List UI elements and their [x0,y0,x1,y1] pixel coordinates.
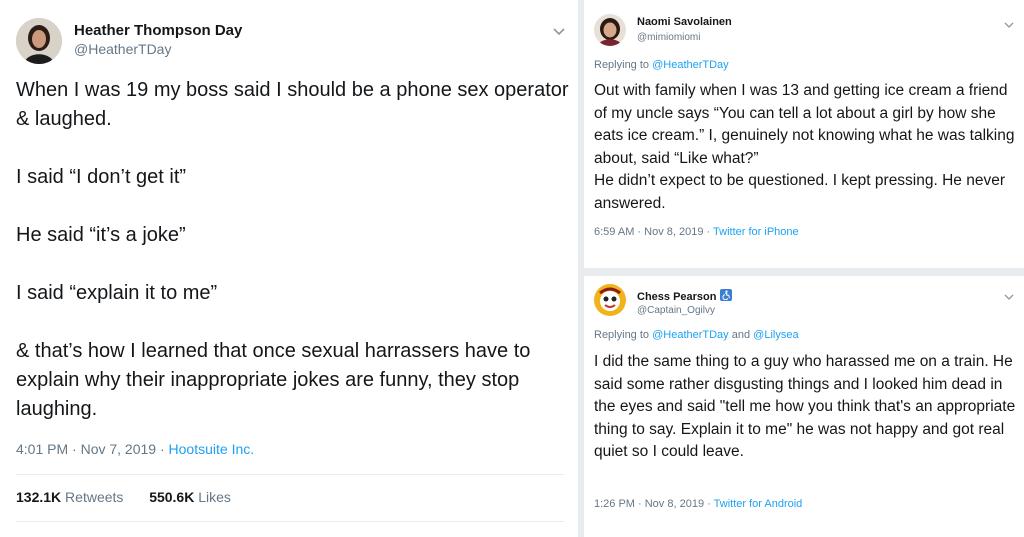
display-name[interactable]: Chess Pearson [637,289,733,303]
display-name-text: Chess Pearson [637,291,717,303]
chevron-down-icon[interactable] [1004,16,1014,34]
engagement-stats: 132.1K Retweets 550.6K Likes [16,489,231,505]
user-handle[interactable]: @Captain_Ogilvy [637,305,715,316]
replying-to: Replying to @HeatherTDay [594,59,729,71]
mention-link[interactable]: @HeatherTDay [652,329,729,341]
timestamp-text[interactable]: 4:01 PM · Nov 7, 2019 · [16,441,169,457]
tweet-text: Out with family when I was 13 and gettin… [594,80,1022,216]
tweet-main: Heather Thompson Day @HeatherTDay When I… [0,0,578,537]
chevron-down-icon[interactable] [1004,288,1014,306]
retweets-count: 132.1K [16,489,62,505]
timestamp-text[interactable]: 1:26 PM · Nov 8, 2019 · [594,498,714,510]
tweet-timestamp: 4:01 PM · Nov 7, 2019 · Hootsuite Inc. [16,441,254,457]
source-link[interactable]: Twitter for iPhone [713,226,799,238]
source-link[interactable]: Twitter for Android [714,498,803,510]
tweet-paragraph: He didn’t expect to be questioned. I kep… [594,172,1005,212]
tweet-text: I did the same thing to a guy who harass… [594,351,1022,464]
tweet-paragraph: He said “it’s a joke” [16,224,186,246]
timestamp-text[interactable]: 6:59 AM · Nov 8, 2019 · [594,226,713,238]
tweet-timestamp: 1:26 PM · Nov 8, 2019 · Twitter for Andr… [594,498,802,510]
replying-prefix: Replying to [594,329,653,341]
divider [16,521,564,522]
tweet-paragraph: I said “explain it to me” [16,282,218,304]
likes-stat[interactable]: 550.6K Likes [149,489,231,505]
retweets-stat[interactable]: 132.1K Retweets [16,489,123,505]
tweet-paragraph: & that’s how I learned that once sexual … [16,340,531,420]
tweet-reply-naomi: Naomi Savolainen @mimiomiomi Replying to… [584,0,1024,268]
mention-link[interactable]: @HeatherTDay [652,59,729,71]
display-name[interactable]: Naomi Savolainen [637,16,732,28]
panel-separator-horizontal [584,268,1024,276]
divider [16,474,564,475]
tweet-timestamp: 6:59 AM · Nov 8, 2019 · Twitter for iPho… [594,226,799,238]
source-link[interactable]: Hootsuite Inc. [169,441,255,457]
accessibility-icon [720,289,733,301]
avatar[interactable] [16,18,62,64]
replying-to: Replying to @HeatherTDay and @Lilysea [594,329,799,341]
replying-prefix: Replying to [594,59,653,71]
tweet-reply-chess: Chess Pearson @Captain_Ogilvy Replying t… [584,276,1024,537]
chevron-down-icon[interactable] [552,24,566,42]
user-handle[interactable]: @HeatherTDay [74,41,171,57]
likes-label: Likes [198,489,231,505]
replying-and: and [728,329,754,341]
display-name[interactable]: Heather Thompson Day [74,22,242,39]
user-handle[interactable]: @mimiomiomi [637,32,700,43]
tweet-paragraph: I did the same thing to a guy who harass… [594,353,1016,461]
tweet-paragraph: When I was 19 my boss said I should be a… [16,79,569,130]
tweet-paragraph: Out with family when I was 13 and gettin… [594,82,1015,167]
avatar[interactable] [594,284,626,316]
mention-link[interactable]: @Lilysea [753,329,798,341]
likes-count: 550.6K [149,489,195,505]
avatar[interactable] [594,14,626,46]
tweet-paragraph: I said “I don’t get it” [16,166,187,188]
tweet-text: When I was 19 my boss said I should be a… [16,76,574,424]
retweets-label: Retweets [65,489,124,505]
